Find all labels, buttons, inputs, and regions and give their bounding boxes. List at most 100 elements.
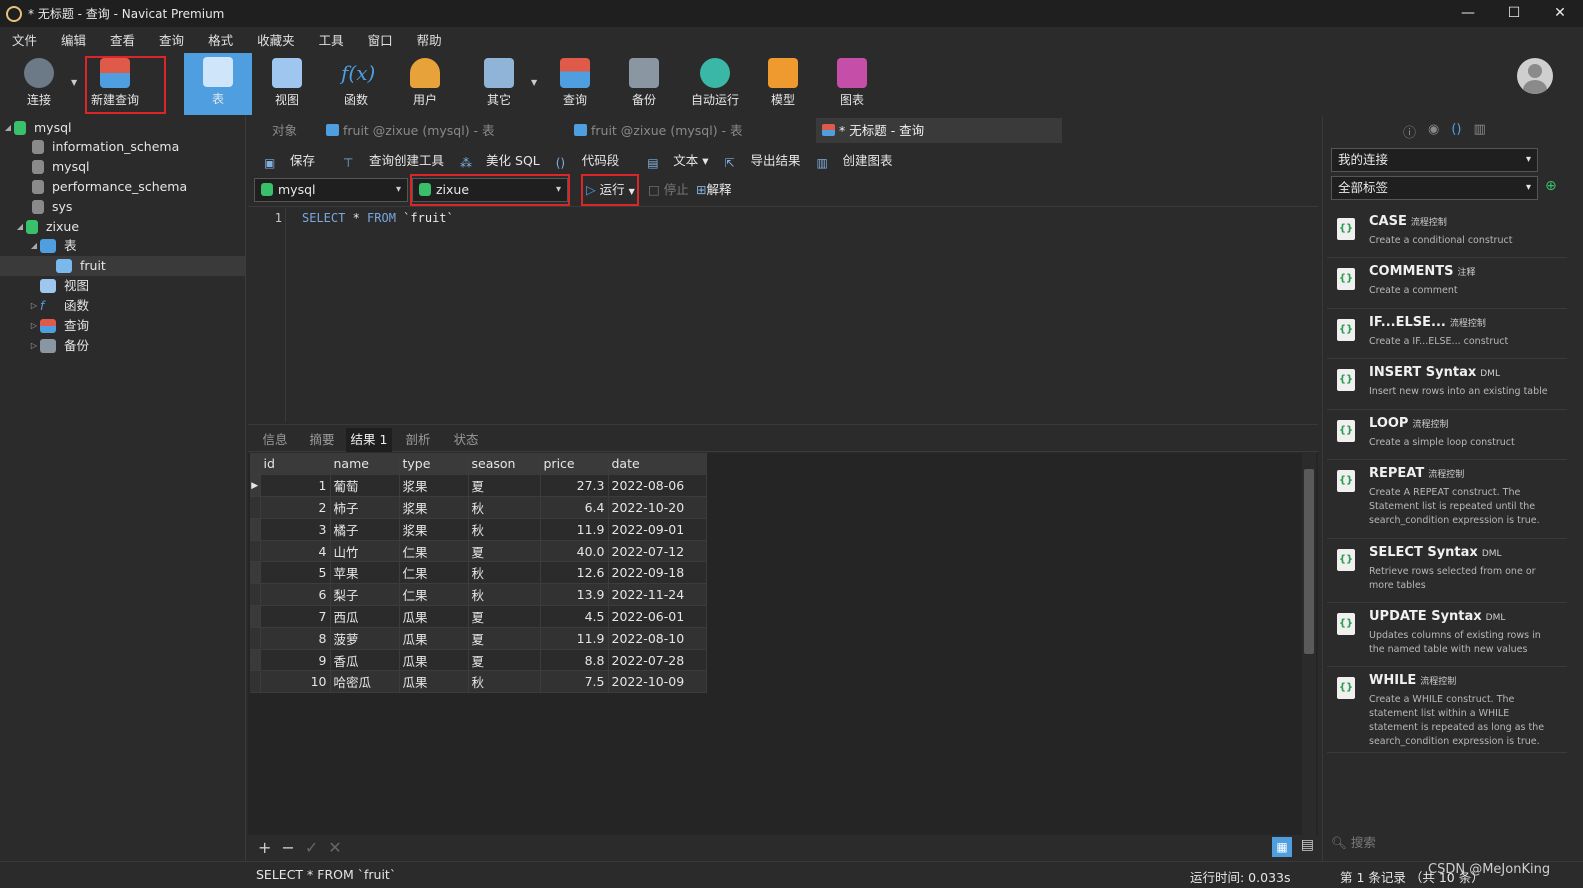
snippet-search[interactable]: 🔍︎ 搜索 <box>1331 832 1376 851</box>
table-cell[interactable]: 夏 <box>468 540 541 563</box>
add-row-button[interactable]: + <box>258 838 271 857</box>
table-cell[interactable]: 11.9 <box>540 627 609 650</box>
table-cell[interactable]: 夏 <box>468 627 541 650</box>
table-cell[interactable]: 夏 <box>468 605 541 628</box>
snippet-item[interactable]: {} SELECT Syntax DML Retrieve rows selected… <box>1327 539 1567 603</box>
scrollbar-thumb[interactable] <box>1304 469 1314 654</box>
table-row[interactable]: 2 柿子 浆果秋 6.4 2022-10-20 <box>250 496 707 519</box>
table-button[interactable]: 表 <box>184 53 252 115</box>
table-cell[interactable]: 2022-06-01 <box>608 605 707 628</box>
table-cell[interactable]: 2022-07-28 <box>608 649 707 672</box>
close-button[interactable]: ✕ <box>1537 0 1583 27</box>
text-button[interactable]: ▤ 文本 ▾ <box>639 150 708 170</box>
tab-summary[interactable]: 摘要 <box>300 428 344 452</box>
sql-code[interactable]: SELECT * FROM `fruit` <box>302 211 454 225</box>
export-result-button[interactable]: ⇱ 导出结果 <box>717 150 801 170</box>
function-button[interactable]: f(x) 函数 <box>323 54 389 114</box>
table-cell[interactable]: 2022-09-01 <box>608 518 707 541</box>
table-cell[interactable]: 浆果 <box>399 474 469 498</box>
menu-file[interactable]: 文件 <box>0 30 49 49</box>
row-indicator[interactable] <box>250 496 261 519</box>
row-indicator[interactable]: ▶ <box>250 474 261 498</box>
snippet-item[interactable]: {} IF...ELSE... 流程控制 Create a IF...ELSE... … <box>1327 309 1567 359</box>
table-cell[interactable]: 13.9 <box>540 583 609 607</box>
table-cell[interactable]: 2022-10-09 <box>608 670 707 694</box>
row-indicator[interactable] <box>250 649 261 672</box>
table-cell[interactable]: 7 <box>260 605 331 628</box>
tree-db-mysql[interactable]: mysql <box>20 157 90 177</box>
table-cell[interactable]: 秋 <box>468 583 541 607</box>
table-cell[interactable]: 6 <box>260 583 331 607</box>
table-cell[interactable]: 山竹 <box>330 540 400 563</box>
snippet-item[interactable]: {} COMMENTS 注释 Create a comment <box>1327 258 1567 309</box>
table-cell[interactable]: 柿子 <box>330 496 400 519</box>
tab-fruit-table-2[interactable]: fruit @zixue (mysql) - 表 <box>568 118 814 143</box>
table-cell[interactable]: 秋 <box>468 670 541 694</box>
table-row[interactable]: 7 西瓜 瓜果夏 4.5 2022-06-01 <box>250 605 707 628</box>
tree-db-performance-schema[interactable]: performance_schema <box>20 177 187 197</box>
user-button[interactable]: 用户 <box>392 54 458 114</box>
snippet-item[interactable]: {} UPDATE Syntax DML Updates columns of exi… <box>1327 603 1567 667</box>
table-row[interactable]: 3 橘子 浆果秋 11.9 2022-09-01 <box>250 518 707 541</box>
table-cell[interactable]: 秋 <box>468 561 541 585</box>
row-indicator[interactable] <box>250 540 261 563</box>
tree-folder-backups[interactable]: ▷ 备份 <box>28 336 89 356</box>
snippet-item[interactable]: {} INSERT Syntax DML Insert new rows into a… <box>1327 359 1567 410</box>
table-cell[interactable]: 浆果 <box>399 496 469 519</box>
collapse-arrow-icon[interactable]: ◢ <box>2 118 14 138</box>
connect-dropdown-icon[interactable]: ▼ <box>71 78 77 87</box>
save-button[interactable]: ▣ 保存 <box>256 150 315 170</box>
connection-filter-select[interactable]: 我的连接 ▾ <box>1331 148 1538 172</box>
add-snippet-icon[interactable]: ⊕ <box>1545 178 1557 194</box>
menu-query[interactable]: 查询 <box>147 30 196 49</box>
expand-arrow-icon[interactable]: ▷ <box>28 316 40 336</box>
column-header[interactable]: type <box>399 453 469 476</box>
table-cell[interactable]: 4.5 <box>540 605 609 628</box>
table-cell[interactable]: 夏 <box>468 649 541 672</box>
table-row[interactable]: 8 菠萝 瓜果夏 11.9 2022-08-10 <box>250 627 707 650</box>
column-header[interactable]: season <box>468 453 541 476</box>
user-avatar[interactable] <box>1517 58 1553 94</box>
table-cell[interactable]: 苹果 <box>330 561 400 585</box>
table-cell[interactable]: 西瓜 <box>330 605 400 628</box>
tree-table-fruit[interactable]: fruit <box>0 256 245 276</box>
connect-button[interactable]: 连接 <box>6 54 72 114</box>
table-cell[interactable]: 2022-07-12 <box>608 540 707 563</box>
column-header[interactable]: date <box>608 453 707 476</box>
vertical-scrollbar[interactable] <box>1302 453 1316 835</box>
menu-help[interactable]: 帮助 <box>405 30 454 49</box>
column-header[interactable]: id <box>260 453 331 476</box>
autorun-button[interactable]: 自动运行 <box>680 54 750 114</box>
table-cell[interactable]: 2 <box>260 496 331 519</box>
snippet-item[interactable]: {} WHILE 流程控制 Create a WHILE construct. The… <box>1327 667 1567 753</box>
discard-button[interactable]: ✕ <box>328 838 341 857</box>
other-button[interactable]: 其它 <box>466 54 532 114</box>
table-cell[interactable]: 浆果 <box>399 518 469 541</box>
menu-view[interactable]: 查看 <box>98 30 147 49</box>
table-row[interactable]: 9 香瓜 瓜果夏 8.8 2022-07-28 <box>250 649 707 672</box>
row-indicator[interactable] <box>250 518 261 541</box>
table-cell[interactable]: 8 <box>260 627 331 650</box>
eye-icon[interactable]: ◉ <box>1428 122 1439 141</box>
row-indicator[interactable] <box>250 561 261 585</box>
table-cell[interactable]: 6.4 <box>540 496 609 519</box>
table-cell[interactable]: 秋 <box>468 496 541 519</box>
collapse-arrow-icon[interactable]: ◢ <box>28 236 40 256</box>
column-header[interactable]: price <box>540 453 609 476</box>
tree-folder-views[interactable]: 视图 <box>28 276 89 296</box>
snippet-icon[interactable]: () <box>1451 122 1461 141</box>
table-cell[interactable]: 11.9 <box>540 518 609 541</box>
menu-window[interactable]: 窗口 <box>356 30 405 49</box>
table-cell[interactable]: 菠萝 <box>330 627 400 650</box>
explain-button[interactable]: ⊞解释 <box>696 178 732 202</box>
table-cell[interactable]: 12.6 <box>540 561 609 585</box>
code-snippet-button[interactable]: () 代码段 <box>548 150 620 170</box>
expand-arrow-icon[interactable]: ▷ <box>28 336 40 356</box>
table-cell[interactable]: 2022-08-06 <box>608 474 707 498</box>
table-row[interactable]: 10 哈密瓜 瓜果秋 7.5 2022-10-09 <box>250 670 707 694</box>
table-cell[interactable]: 瓜果 <box>399 627 469 650</box>
maximize-button[interactable]: ☐ <box>1491 0 1537 27</box>
form-view-icon[interactable]: ▤ <box>1301 837 1314 853</box>
other-dropdown-icon[interactable]: ▼ <box>531 78 537 87</box>
table-cell[interactable]: 4 <box>260 540 331 563</box>
